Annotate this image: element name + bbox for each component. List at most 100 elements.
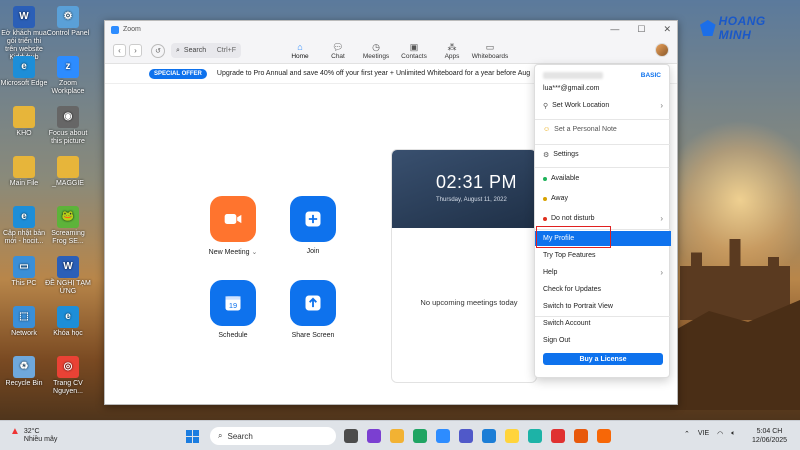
app-icon[interactable]	[574, 429, 588, 443]
settings-item[interactable]: ⚙ Settings	[535, 147, 671, 162]
tab-chat[interactable]: 💬︎ Chat	[319, 41, 357, 60]
tab-contacts[interactable]: ▣ Contacts	[395, 41, 433, 60]
share-screen-button[interactable]: Share Screen	[281, 280, 345, 339]
contacts-icon: ▣	[409, 42, 419, 52]
teams-icon[interactable]	[459, 429, 473, 443]
desktop-icon-label: ĐỀ NGHỊ TẠM ỨNG	[45, 280, 91, 295]
tab-whiteboards[interactable]: ▭ Whiteboards	[471, 41, 509, 60]
schedule-button[interactable]: 19 Schedule	[201, 280, 265, 339]
desktop-icon-label: Screaming Frog SE...	[51, 230, 85, 245]
desktop-icon[interactable]: 🐸 Screaming Frog SE...	[44, 206, 92, 246]
desktop-icon[interactable]: ◎ Trang CV Nguyen...	[44, 356, 92, 396]
desktop-icon[interactable]: ♻ Recycle Bin	[0, 356, 48, 388]
input-language[interactable]: VIE	[698, 430, 709, 438]
forward-button[interactable]: ›	[129, 44, 142, 57]
history-icon[interactable]: ↺	[151, 43, 165, 58]
app-icon[interactable]	[597, 429, 611, 443]
new-meeting-button[interactable]: New Meeting ⌄	[201, 196, 265, 256]
desktop-app-icon	[57, 156, 79, 178]
menu-item-label: Check for Updates	[543, 286, 601, 293]
status-available-item[interactable]: Available	[535, 171, 671, 186]
desktop-icon[interactable]: e Cập nhật bản mới - hocit...	[0, 206, 48, 246]
action-label: Schedule	[218, 332, 248, 339]
back-button[interactable]: ‹	[113, 44, 126, 57]
switch-account-item[interactable]: Switch Account	[535, 316, 671, 331]
emoji-icon: ☺	[543, 126, 551, 133]
tab-home[interactable]: ⌂ Home	[281, 41, 319, 60]
menu-divider	[535, 167, 671, 168]
join-button[interactable]: Join	[281, 196, 345, 255]
chevron-up-icon[interactable]: ⌃	[684, 430, 690, 438]
offer-badge[interactable]: SPECIAL OFFER	[149, 68, 207, 79]
avatar[interactable]	[655, 43, 669, 57]
weather-widget[interactable]: ▲ 32°C Nhiều mây	[10, 427, 57, 444]
search-input[interactable]: ⌕ Search Ctrl+F	[171, 43, 241, 58]
portrait-view-item[interactable]: Switch to Portrait View	[535, 299, 671, 314]
desktop-icon-label: Control Panel	[46, 30, 90, 37]
chevron-down-icon[interactable]: ⌄	[251, 249, 257, 256]
desktop-icon-label: Focus about this picture	[48, 130, 88, 145]
zoom-logo-icon	[111, 25, 119, 34]
set-personal-note-item[interactable]: ☺ Set a Personal Note	[535, 122, 671, 137]
desktop-icon[interactable]: ◉ Focus about this picture	[44, 106, 92, 146]
task-view-icon[interactable]	[344, 429, 358, 443]
desktop-icon[interactable]: Main File	[0, 156, 48, 188]
desktop-app-icon: ◉	[57, 106, 79, 128]
chat-app-icon[interactable]	[367, 429, 381, 443]
desktop-icon[interactable]: _MAGGIE	[44, 156, 92, 188]
volume-icon[interactable]: 🔈︎	[731, 430, 735, 438]
maximize-icon[interactable]: ☐	[637, 24, 645, 35]
brand-logo-icon	[700, 20, 716, 36]
edge-icon[interactable]	[482, 429, 496, 443]
offer-text[interactable]: Upgrade to Pro Annual and save 40% off y…	[217, 70, 530, 77]
minimize-icon[interactable]: —	[610, 24, 619, 35]
menu-item-label: Switch to Portrait View	[543, 303, 613, 310]
sticky-notes-icon[interactable]	[505, 429, 519, 443]
file-explorer-icon[interactable]	[390, 429, 404, 443]
taskbar-search[interactable]: ⌕ Search	[210, 427, 336, 445]
desktop-icon[interactable]: e Khóa học	[44, 306, 92, 338]
desktop-icon[interactable]: W Eờ khách mua gói triển thi trên website…	[0, 6, 48, 62]
taskbar-apps	[344, 429, 611, 443]
desktop-app-icon: ⬚	[13, 306, 35, 328]
check-updates-item[interactable]: Check for Updates	[535, 282, 671, 297]
app-icon[interactable]	[528, 429, 542, 443]
desktop-icon-label: Main File	[9, 180, 39, 187]
desktop-app-icon: e	[13, 56, 35, 78]
try-top-features-item[interactable]: Try Top Features	[535, 248, 671, 263]
taskbar-clock[interactable]: 5:04 CH 12/06/2025	[752, 427, 787, 445]
status-dnd-item[interactable]: Do not disturb ›	[535, 211, 671, 226]
desktop-app-icon	[13, 156, 35, 178]
help-item[interactable]: Help ›	[535, 265, 671, 280]
windows-start-icon[interactable]	[186, 430, 199, 443]
tab-label: Meetings	[362, 53, 390, 60]
highlight-annotation	[536, 226, 611, 248]
app-icon[interactable]	[551, 429, 565, 443]
desktop-icon[interactable]: KHO	[0, 106, 48, 138]
tab-apps[interactable]: ⁂ Apps	[433, 41, 471, 60]
dnd-dot-icon	[543, 216, 547, 221]
tab-label: Apps	[444, 53, 460, 60]
desktop-icon[interactable]: ▭ This PC	[0, 256, 48, 288]
apps-icon: ⁂	[447, 42, 457, 52]
buy-license-button[interactable]: Buy a License	[543, 353, 663, 365]
desktop-icon[interactable]: ⚙ Control Panel	[44, 6, 92, 38]
desktop-app-icon: ◎	[57, 356, 79, 378]
desktop-icon[interactable]: e Microsoft Edge	[0, 56, 48, 88]
desktop-icon[interactable]: ⬚ Network	[0, 306, 48, 338]
no-meetings-text: No upcoming meetings today	[420, 298, 518, 307]
zoom-taskbar-icon[interactable]	[436, 429, 450, 443]
wifi-icon[interactable]: ◠	[717, 430, 723, 438]
status-away-item[interactable]: Away	[535, 191, 671, 206]
video-camera-icon	[210, 196, 256, 242]
desktop-icon[interactable]: W ĐỀ NGHỊ TẠM ỨNG	[44, 256, 92, 296]
tab-meetings[interactable]: ◷ Meetings	[357, 41, 395, 60]
close-icon[interactable]: ✕	[663, 24, 671, 35]
set-work-location-item[interactable]: ⚲ Set Work Location ›	[535, 98, 671, 113]
desktop-app-icon: z	[57, 56, 79, 78]
desktop-icon[interactable]: z Zoom Workplace	[44, 56, 92, 96]
sign-out-item[interactable]: Sign Out	[535, 333, 671, 348]
chrome-icon[interactable]	[413, 429, 427, 443]
location-pin-icon: ⚲	[543, 102, 549, 110]
plus-icon	[290, 196, 336, 242]
